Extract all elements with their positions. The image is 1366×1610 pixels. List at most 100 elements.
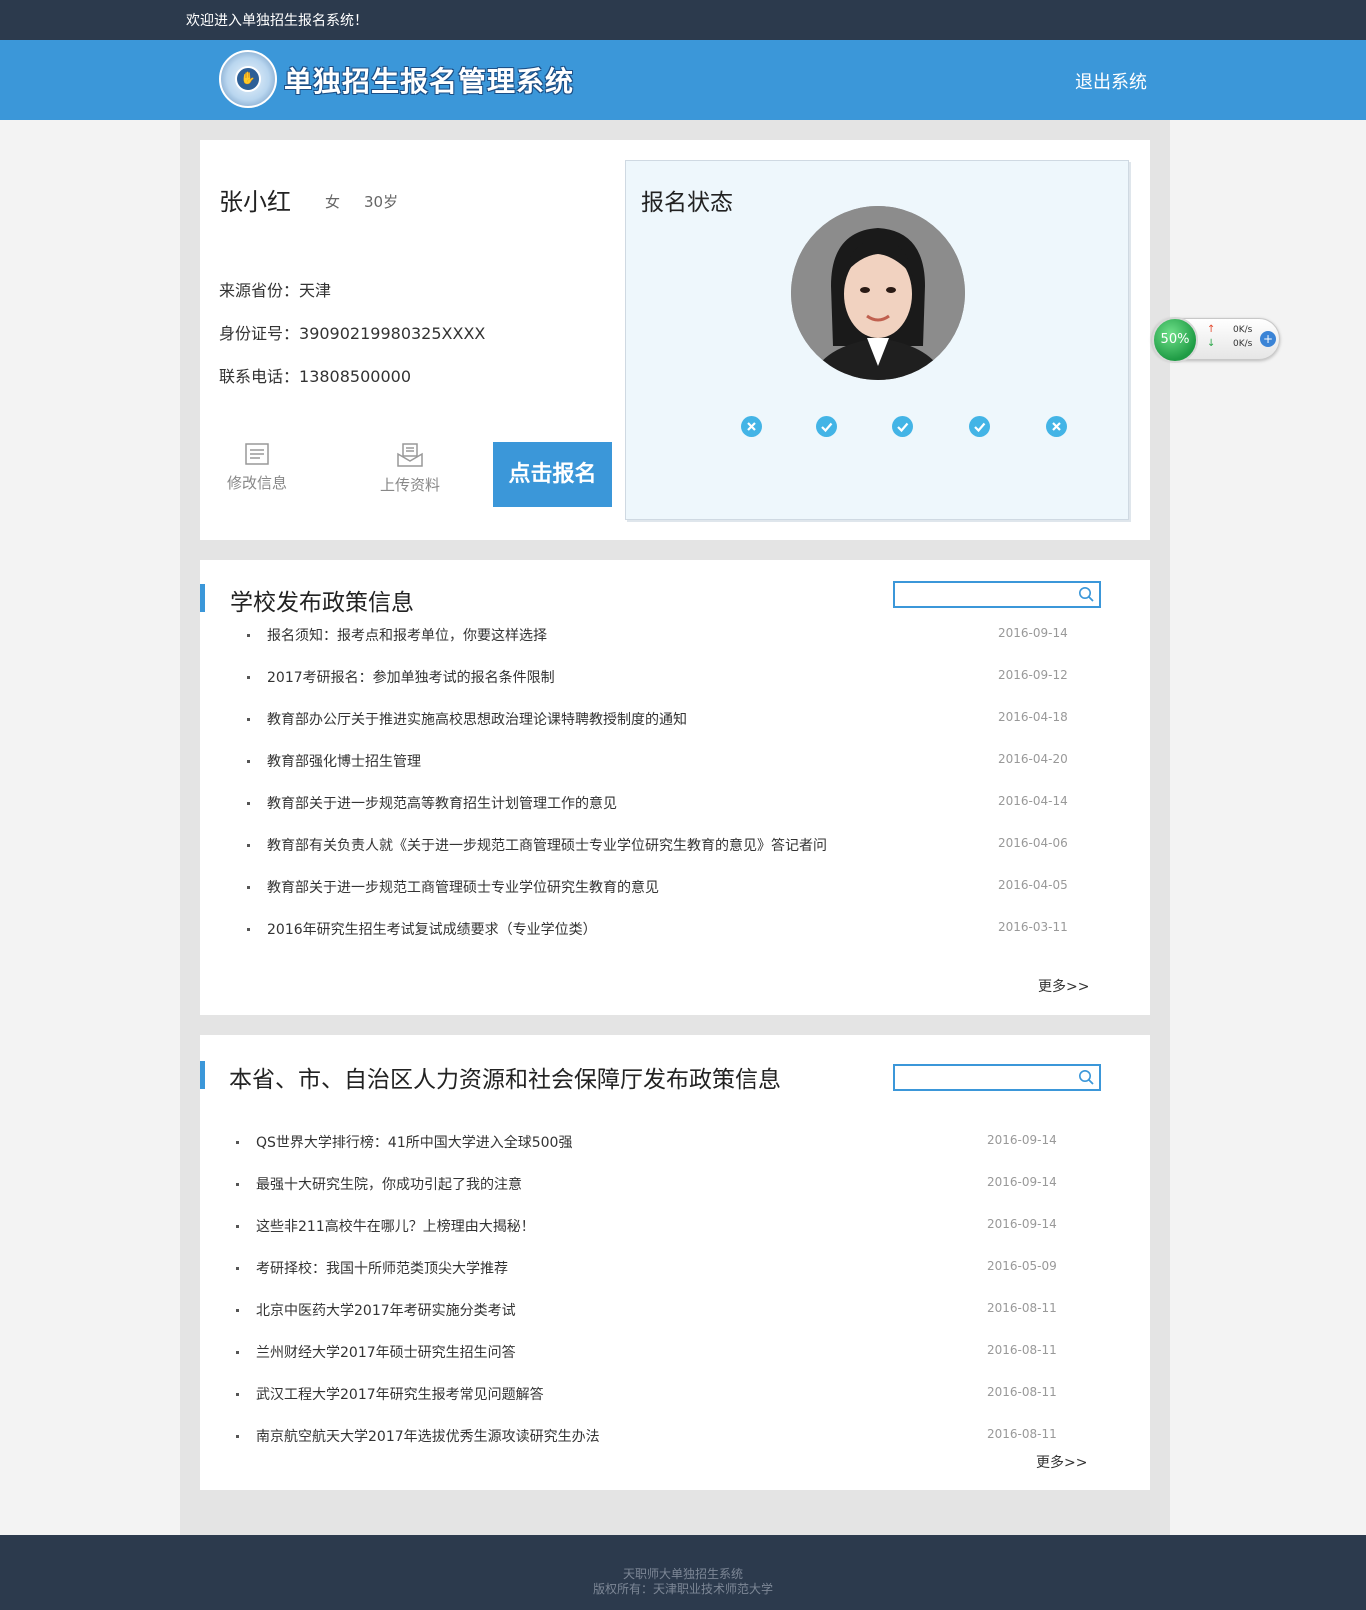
news-title: 2017考研报名：参加单独考试的报名条件限制 bbox=[267, 670, 555, 686]
news-date: 2016-05-09 bbox=[987, 1259, 1057, 1273]
edit-info-button[interactable]: 修改信息 bbox=[217, 442, 297, 493]
bullet-icon bbox=[247, 718, 250, 721]
list-item[interactable]: 报名须知：报考点和报考单位，你要这样选择 bbox=[247, 625, 978, 645]
registration-status-panel: 报名状态 bbox=[625, 160, 1129, 520]
plus-icon[interactable]: + bbox=[1260, 331, 1276, 347]
bullet-icon bbox=[236, 1225, 239, 1228]
news-date: 2016-08-11 bbox=[987, 1385, 1057, 1399]
phone-value: 13808500000 bbox=[299, 367, 411, 386]
bullet-icon bbox=[247, 844, 250, 847]
download-arrow-icon: ↓ bbox=[1207, 338, 1216, 349]
id-number-label: 身份证号： bbox=[219, 324, 300, 343]
phone-label: 联系电话： bbox=[219, 367, 300, 386]
system-title: 单独招生报名管理系统 bbox=[284, 65, 575, 98]
news-title: 教育部强化博士招生管理 bbox=[267, 754, 421, 770]
list-item[interactable]: 教育部关于进一步规范高等教育招生计划管理工作的意见 bbox=[247, 793, 978, 813]
news-title: 教育部关于进一步规范工商管理硕士专业学位研究生教育的意见 bbox=[267, 880, 659, 896]
phone-row: 联系电话：13808500000 bbox=[219, 363, 411, 387]
list-item[interactable]: 2016年研究生招生考试复试成绩要求（专业学位类） bbox=[247, 919, 978, 939]
news-title: 武汉工程大学2017年研究生报考常见问题解答 bbox=[256, 1387, 544, 1403]
news-date: 2016-04-20 bbox=[998, 752, 1068, 766]
provincial-search-box bbox=[893, 1064, 1101, 1091]
search-icon[interactable] bbox=[1078, 586, 1095, 603]
news-title: 北京中医药大学2017年考研实施分类考试 bbox=[256, 1303, 516, 1319]
bullet-icon bbox=[247, 676, 250, 679]
policy-search-input[interactable] bbox=[899, 585, 1069, 604]
download-speed: 0K/s bbox=[1233, 339, 1253, 349]
student-name: 张小红 bbox=[219, 188, 291, 216]
profile-card: 张小红 女 30岁 来源省份：天津 身份证号：39090219980325XXX… bbox=[200, 140, 1150, 540]
bullet-icon bbox=[236, 1183, 239, 1186]
policy-search-box bbox=[893, 581, 1101, 608]
search-icon[interactable] bbox=[1078, 1069, 1095, 1086]
list-item[interactable]: 教育部关于进一步规范工商管理硕士专业学位研究生教育的意见 bbox=[247, 877, 978, 897]
memory-percent-badge: 50% bbox=[1152, 317, 1198, 363]
news-title: 教育部有关负责人就《关于进一步规范工商管理硕士专业学位研究生教育的意见》答记者问 bbox=[267, 838, 827, 854]
news-date: 2016-04-06 bbox=[998, 836, 1068, 850]
more-link[interactable]: 更多>> bbox=[1036, 1452, 1087, 1472]
list-item[interactable]: 最强十大研究生院，你成功引起了我的注意 bbox=[236, 1174, 967, 1194]
signup-button[interactable]: 点击报名 bbox=[493, 442, 612, 507]
news-date: 2016-04-05 bbox=[998, 878, 1068, 892]
news-date: 2016-09-14 bbox=[987, 1217, 1057, 1231]
footer: 天职师大单独招生系统 版权所有：天津职业技术师范大学 bbox=[0, 1535, 1366, 1610]
list-item[interactable]: 南京航空航天大学2017年选拔优秀生源攻读研究生办法 bbox=[236, 1426, 967, 1446]
news-date: 2016-08-11 bbox=[987, 1427, 1057, 1441]
news-date: 2016-09-14 bbox=[987, 1175, 1057, 1189]
student-photo bbox=[791, 206, 965, 380]
network-speed-widget[interactable]: 50% ↑ ↓ 0K/s 0K/s + bbox=[1152, 317, 1280, 363]
upload-materials-button[interactable]: 上传资料 bbox=[370, 442, 450, 495]
news-date: 2016-08-11 bbox=[987, 1301, 1057, 1315]
news-title: 教育部办公厅关于推进实施高校思想政治理论课特聘教授制度的通知 bbox=[267, 712, 687, 728]
bullet-icon bbox=[247, 928, 250, 931]
bullet-icon bbox=[247, 634, 250, 637]
list-item[interactable]: 这些非211高校牛在哪儿？上榜理由大揭秘！ bbox=[236, 1216, 967, 1236]
list-item[interactable]: 北京中医药大学2017年考研实施分类考试 bbox=[236, 1300, 967, 1320]
list-item[interactable]: 兰州财经大学2017年硕士研究生招生问答 bbox=[236, 1342, 967, 1362]
seal-emblem-icon: ✋ bbox=[235, 66, 261, 92]
upload-envelope-icon bbox=[397, 443, 423, 467]
news-title: 2016年研究生招生考试复试成绩要求（专业学位类） bbox=[267, 922, 597, 938]
news-title: 报名须知：报考点和报考单位，你要这样选择 bbox=[267, 628, 547, 644]
step-4-check-icon bbox=[969, 416, 990, 437]
step-1-fail-icon bbox=[741, 416, 762, 437]
list-item[interactable]: QS世界大学排行榜：41所中国大学进入全球500强 bbox=[236, 1132, 967, 1152]
header: ✋ 单独招生报名管理系统 退出系统 bbox=[0, 40, 1366, 120]
province-row: 来源省份：天津 bbox=[219, 277, 331, 301]
bullet-icon bbox=[247, 760, 250, 763]
bullet-icon bbox=[236, 1435, 239, 1438]
bullet-icon bbox=[236, 1393, 239, 1396]
list-item[interactable]: 教育部强化博士招生管理 bbox=[247, 751, 978, 771]
section-accent-bar bbox=[200, 1061, 205, 1089]
bullet-icon bbox=[236, 1267, 239, 1270]
id-number-value: 39090219980325XXXX bbox=[299, 324, 486, 343]
section-title: 本省、市、自治区人力资源和社会保障厅发布政策信息 bbox=[229, 1067, 781, 1093]
status-steps bbox=[741, 416, 1081, 438]
student-gender: 女 bbox=[325, 193, 341, 211]
province-label: 来源省份： bbox=[219, 281, 300, 300]
step-2-check-icon bbox=[816, 416, 837, 437]
news-date: 2016-03-11 bbox=[998, 920, 1068, 934]
list-item[interactable]: 教育部办公厅关于推进实施高校思想政治理论课特聘教授制度的通知 bbox=[247, 709, 978, 729]
news-date: 2016-08-11 bbox=[987, 1343, 1057, 1357]
news-date: 2016-09-12 bbox=[998, 668, 1068, 682]
step-3-check-icon bbox=[892, 416, 913, 437]
list-item[interactable]: 武汉工程大学2017年研究生报考常见问题解答 bbox=[236, 1384, 967, 1404]
top-bar: 欢迎进入单独招生报名系统！ bbox=[0, 0, 1366, 40]
provincial-search-input[interactable] bbox=[899, 1068, 1069, 1087]
more-link[interactable]: 更多>> bbox=[1038, 976, 1089, 996]
list-item[interactable]: 教育部有关负责人就《关于进一步规范工商管理硕士专业学位研究生教育的意见》答记者问 bbox=[247, 835, 978, 855]
bullet-icon bbox=[236, 1141, 239, 1144]
school-policy-section: 学校发布政策信息 报名须知：报考点和报考单位，你要这样选择 2016-09-14 2… bbox=[200, 560, 1150, 1015]
bullet-icon bbox=[236, 1309, 239, 1312]
news-date: 2016-09-14 bbox=[998, 626, 1068, 640]
list-item[interactable]: 考研择校：我国十所师范类顶尖大学推荐 bbox=[236, 1258, 967, 1278]
status-title: 报名状态 bbox=[641, 190, 733, 216]
section-title: 学校发布政策信息 bbox=[230, 590, 414, 616]
list-item[interactable]: 2017考研报名：参加单独考试的报名条件限制 bbox=[247, 667, 978, 687]
bullet-icon bbox=[247, 802, 250, 805]
bullet-icon bbox=[247, 886, 250, 889]
news-title: 南京航空航天大学2017年选拔优秀生源攻读研究生办法 bbox=[256, 1429, 600, 1445]
logout-link[interactable]: 退出系统 bbox=[1075, 68, 1147, 94]
avatar bbox=[791, 206, 965, 380]
